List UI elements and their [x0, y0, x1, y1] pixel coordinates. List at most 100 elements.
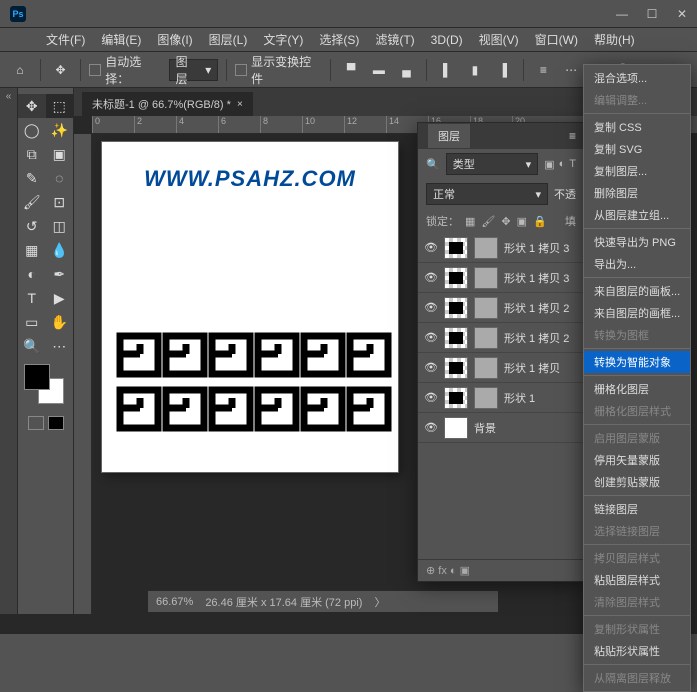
- layer-thumbnail[interactable]: [444, 357, 468, 379]
- color-swatches[interactable]: [18, 358, 73, 410]
- visibility-icon[interactable]: 👁: [424, 331, 438, 344]
- menu-select[interactable]: 选择(S): [311, 28, 367, 52]
- shape-tool[interactable]: ▭: [18, 310, 46, 334]
- lock-paint-icon[interactable]: 🖌: [481, 215, 495, 228]
- layers-panel[interactable]: 图层 ≡ 🔍 类型▾ ▣◐T 正常▾ 不透 锁定： ▦ 🖌 ✥ ▣ 🔒 填 👁 …: [417, 122, 585, 582]
- layer-thumbnail[interactable]: [444, 327, 468, 349]
- history-brush-tool[interactable]: ↺: [18, 214, 46, 238]
- layer-thumbnail[interactable]: [444, 297, 468, 319]
- filter-adjust-icon[interactable]: ◐: [559, 158, 566, 171]
- context-menu-item[interactable]: 导出为...: [584, 253, 690, 275]
- move-tool-icon[interactable]: ✥: [49, 58, 73, 82]
- align-right-icon[interactable]: ▐: [491, 58, 515, 82]
- context-menu-item[interactable]: 停用矢量蒙版: [584, 449, 690, 471]
- marquee-tool[interactable]: ⬚: [46, 94, 74, 118]
- align-top-icon[interactable]: ▀: [339, 58, 363, 82]
- edit-toolbar[interactable]: ⋯: [46, 334, 74, 358]
- align-left-icon[interactable]: ▌: [435, 58, 459, 82]
- path-select-tool[interactable]: ▶: [46, 286, 74, 310]
- context-menu-item[interactable]: 转换为智能对象: [584, 351, 690, 373]
- layer-filter-type[interactable]: 类型▾: [446, 153, 539, 175]
- search-icon[interactable]: 🔍: [426, 158, 440, 171]
- close-button[interactable]: ✕: [667, 0, 697, 28]
- layer-row[interactable]: 👁 形状 1 拷贝 2: [418, 323, 584, 353]
- menu-view[interactable]: 视图(V): [471, 28, 527, 52]
- fg-color[interactable]: [24, 364, 50, 390]
- layer-row[interactable]: 👁 形状 1 拷贝 3: [418, 263, 584, 293]
- lock-all-icon[interactable]: 🔒: [533, 215, 547, 228]
- lasso-tool[interactable]: ◯: [18, 118, 46, 142]
- layer-row[interactable]: 👁 形状 1: [418, 383, 584, 413]
- layer-row[interactable]: 👁 形状 1 拷贝: [418, 353, 584, 383]
- zoom-level[interactable]: 66.67%: [156, 596, 193, 608]
- context-menu-item[interactable]: 复制图层...: [584, 160, 690, 182]
- context-menu-item[interactable]: 快速导出为 PNG: [584, 231, 690, 253]
- visibility-icon[interactable]: 👁: [424, 361, 438, 374]
- layer-thumbnail[interactable]: [444, 387, 468, 409]
- layer-mask-thumbnail[interactable]: [474, 327, 498, 349]
- blend-mode-select[interactable]: 正常▾: [426, 183, 548, 205]
- context-menu-item[interactable]: 链接图层: [584, 498, 690, 520]
- context-menu-item[interactable]: 删除图层: [584, 182, 690, 204]
- visibility-icon[interactable]: 👁: [424, 391, 438, 404]
- crop-tool[interactable]: ⧉: [18, 142, 46, 166]
- menu-3d[interactable]: 3D(D): [423, 28, 471, 52]
- context-menu-item[interactable]: 来自图层的画板...: [584, 280, 690, 302]
- layer-thumbnail[interactable]: [444, 417, 468, 439]
- layers-tab[interactable]: 图层: [428, 124, 470, 148]
- layer-row[interactable]: 👁 形状 1 拷贝 3: [418, 233, 584, 263]
- eraser-tool[interactable]: ◫: [46, 214, 74, 238]
- pen-tool[interactable]: ✒: [46, 262, 74, 286]
- eyedropper-tool[interactable]: ✎: [18, 166, 46, 190]
- context-menu-item[interactable]: 栅格化图层: [584, 378, 690, 400]
- lock-artboard-icon[interactable]: ▣: [517, 215, 527, 228]
- type-tool[interactable]: T: [18, 286, 46, 310]
- minimize-button[interactable]: —: [607, 0, 637, 28]
- magic-wand-tool[interactable]: ✨: [46, 118, 74, 142]
- menu-edit[interactable]: 编辑(E): [93, 28, 149, 52]
- stamp-tool[interactable]: ⊡: [46, 190, 74, 214]
- layer-mask-thumbnail[interactable]: [474, 357, 498, 379]
- align-bottom-icon[interactable]: ▄: [395, 58, 419, 82]
- filter-type-icon[interactable]: T: [569, 158, 576, 171]
- layer-mask-thumbnail[interactable]: [474, 387, 498, 409]
- maximize-button[interactable]: ☐: [637, 0, 667, 28]
- menu-help[interactable]: 帮助(H): [586, 28, 643, 52]
- gradient-tool[interactable]: ▦: [18, 238, 46, 262]
- layer-row[interactable]: 👁 形状 1 拷贝 2: [418, 293, 584, 323]
- show-transform-checkbox[interactable]: [235, 64, 247, 76]
- move-tool[interactable]: ✥: [18, 94, 46, 118]
- align-hcenter-icon[interactable]: ▮: [463, 58, 487, 82]
- tool-strip-collapse[interactable]: «: [0, 88, 18, 630]
- layer-mask-thumbnail[interactable]: [474, 297, 498, 319]
- brush-tool[interactable]: 🖌: [18, 190, 46, 214]
- context-menu-item[interactable]: 混合选项...: [584, 67, 690, 89]
- lock-transparent-icon[interactable]: ▦: [465, 215, 475, 228]
- menu-type[interactable]: 文字(Y): [255, 28, 311, 52]
- close-icon[interactable]: ×: [237, 99, 243, 110]
- visibility-icon[interactable]: 👁: [424, 301, 438, 314]
- context-menu-item[interactable]: 从图层建立组...: [584, 204, 690, 226]
- menu-window[interactable]: 窗口(W): [527, 28, 586, 52]
- auto-select-checkbox[interactable]: [89, 64, 101, 76]
- layer-mask-thumbnail[interactable]: [474, 237, 498, 259]
- context-menu-item[interactable]: 来自图层的画框...: [584, 302, 690, 324]
- menu-file[interactable]: 文件(F): [38, 28, 93, 52]
- context-menu-item[interactable]: 复制 CSS: [584, 116, 690, 138]
- context-menu-item[interactable]: 粘贴图层样式: [584, 569, 690, 591]
- dodge-tool[interactable]: ◐: [18, 262, 46, 286]
- zoom-tool[interactable]: 🔍: [18, 334, 46, 358]
- quick-mask-standard[interactable]: [28, 416, 44, 430]
- home-icon[interactable]: ⌂: [8, 58, 32, 82]
- lock-position-icon[interactable]: ✥: [501, 215, 510, 228]
- menu-layer[interactable]: 图层(L): [201, 28, 256, 52]
- context-menu-item[interactable]: 复制 SVG: [584, 138, 690, 160]
- frame-tool[interactable]: ▣: [46, 142, 74, 166]
- context-menu-item[interactable]: 创建剪贴蒙版: [584, 471, 690, 493]
- canvas[interactable]: WWW.PSAHZ.COM: [102, 142, 398, 472]
- document-tab[interactable]: 未标题-1 @ 66.7%(RGB/8) * ×: [82, 92, 253, 116]
- layer-mask-thumbnail[interactable]: [474, 267, 498, 289]
- menu-image[interactable]: 图像(I): [149, 28, 200, 52]
- panel-menu-icon[interactable]: ≡: [561, 129, 584, 143]
- quick-mask-mode[interactable]: [48, 416, 64, 430]
